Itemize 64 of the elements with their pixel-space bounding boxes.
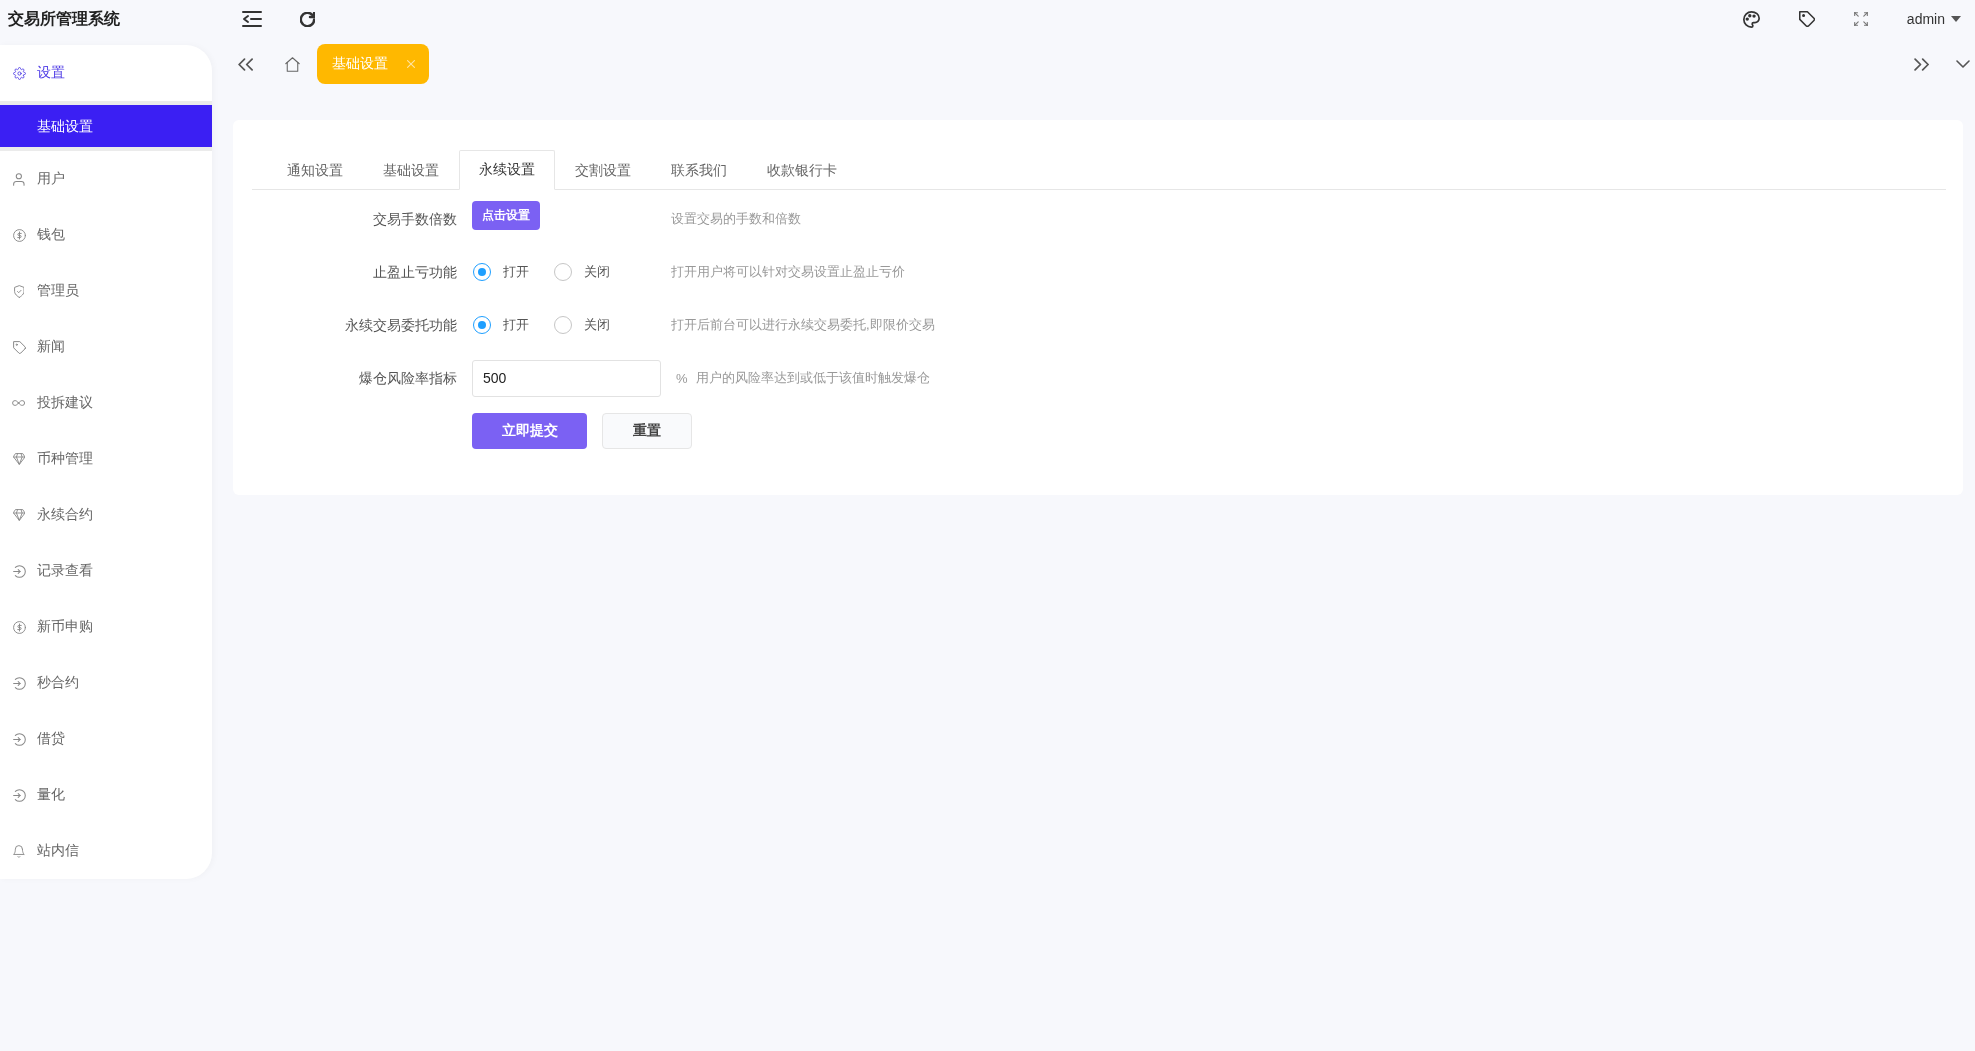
diamond-icon [12,453,26,465]
sidebar-item[interactable]: 新闻 [0,319,212,375]
help-text: 打开后前台可以进行永续交易委托,即限价交易 [671,316,935,334]
sidebar-subitem[interactable]: 基础设置 [0,105,212,147]
settings-button[interactable]: 点击设置 [472,200,540,230]
chevron-down-icon[interactable] [1956,60,1970,68]
tab[interactable]: 通知设置 [267,150,363,190]
menu-fold-icon[interactable] [242,11,262,27]
double-chevron-right-icon[interactable] [1913,57,1929,71]
diamond-icon [12,509,26,521]
infinity-icon [12,400,26,406]
reset-button[interactable]: 重置 [602,413,692,449]
radio-option[interactable]: 关闭 [553,263,610,281]
double-chevron-left-icon[interactable] [238,57,254,71]
tab[interactable]: 基础设置 [363,150,459,190]
sidebar-item[interactable]: 记录查看 [0,543,212,599]
tab[interactable]: 交割设置 [555,150,651,190]
sidebar-item[interactable]: 管理员 [0,263,212,319]
palette-icon[interactable] [1742,10,1760,28]
home-icon[interactable] [285,56,301,72]
help-text: 设置交易的手数和倍数 [671,210,801,228]
sidebar-item[interactable]: 设置 [0,45,212,101]
sidebar-item[interactable]: 量化 [0,767,212,823]
tab[interactable]: 收款银行卡 [747,150,857,190]
field-label: 爆仓风险率指标 [359,369,457,386]
sidebar-item[interactable]: 新币申购 [0,599,212,655]
fullscreen-icon[interactable] [1853,12,1868,26]
dollar-coin-icon [12,228,26,242]
caret-down-icon [1951,16,1961,22]
app-title: 交易所管理系统 [8,9,120,27]
tab[interactable]: 联系我们 [651,150,747,190]
sidebar-item[interactable]: 借贷 [0,711,212,767]
sidebar-item[interactable]: 秒合约 [0,655,212,711]
radio-option[interactable]: 打开 [472,316,529,334]
sidebar-item[interactable]: 投拆建议 [0,375,212,431]
input-field[interactable]: 500 [472,359,661,397]
bell-icon [13,844,25,858]
field-label: 永续交易委托功能 [345,316,457,333]
tab[interactable]: 永续设置 [459,150,555,190]
help-text: 打开用户将可以针对交易设置止盈止亏价 [671,263,905,281]
circular-arrow-icon [12,676,26,690]
field-label: 止盈止亏功能 [373,263,457,280]
radio-option[interactable]: 关闭 [553,316,610,334]
sidebar-item[interactable]: 钱包 [0,207,212,263]
user-icon [13,172,25,186]
sidebar-item[interactable]: 永续合约 [0,487,212,543]
help-text: 用户的风险率达到或低于该值时触发爆仓 [695,369,930,387]
tag-icon [12,340,26,354]
submit-button[interactable]: 立即提交 [472,413,587,449]
tag-icon[interactable] [1798,11,1815,27]
circular-arrow-icon [12,788,26,802]
gear-icon [12,66,26,80]
sidebar-item[interactable]: 站内信 [0,823,212,879]
sidebar-item[interactable]: 币种管理 [0,431,212,487]
user-menu[interactable]: admin [1906,11,1961,27]
field-label: 交易手数倍数 [373,210,457,227]
shield-check-icon [13,284,25,298]
radio-option[interactable]: 打开 [472,263,529,281]
circular-arrow-icon [12,564,26,578]
unit-label: % [676,370,688,386]
dollar-coin-icon [12,620,26,634]
circular-arrow-icon [12,732,26,746]
sidebar-item[interactable]: 用户 [0,151,212,207]
refresh-icon[interactable] [300,11,315,27]
